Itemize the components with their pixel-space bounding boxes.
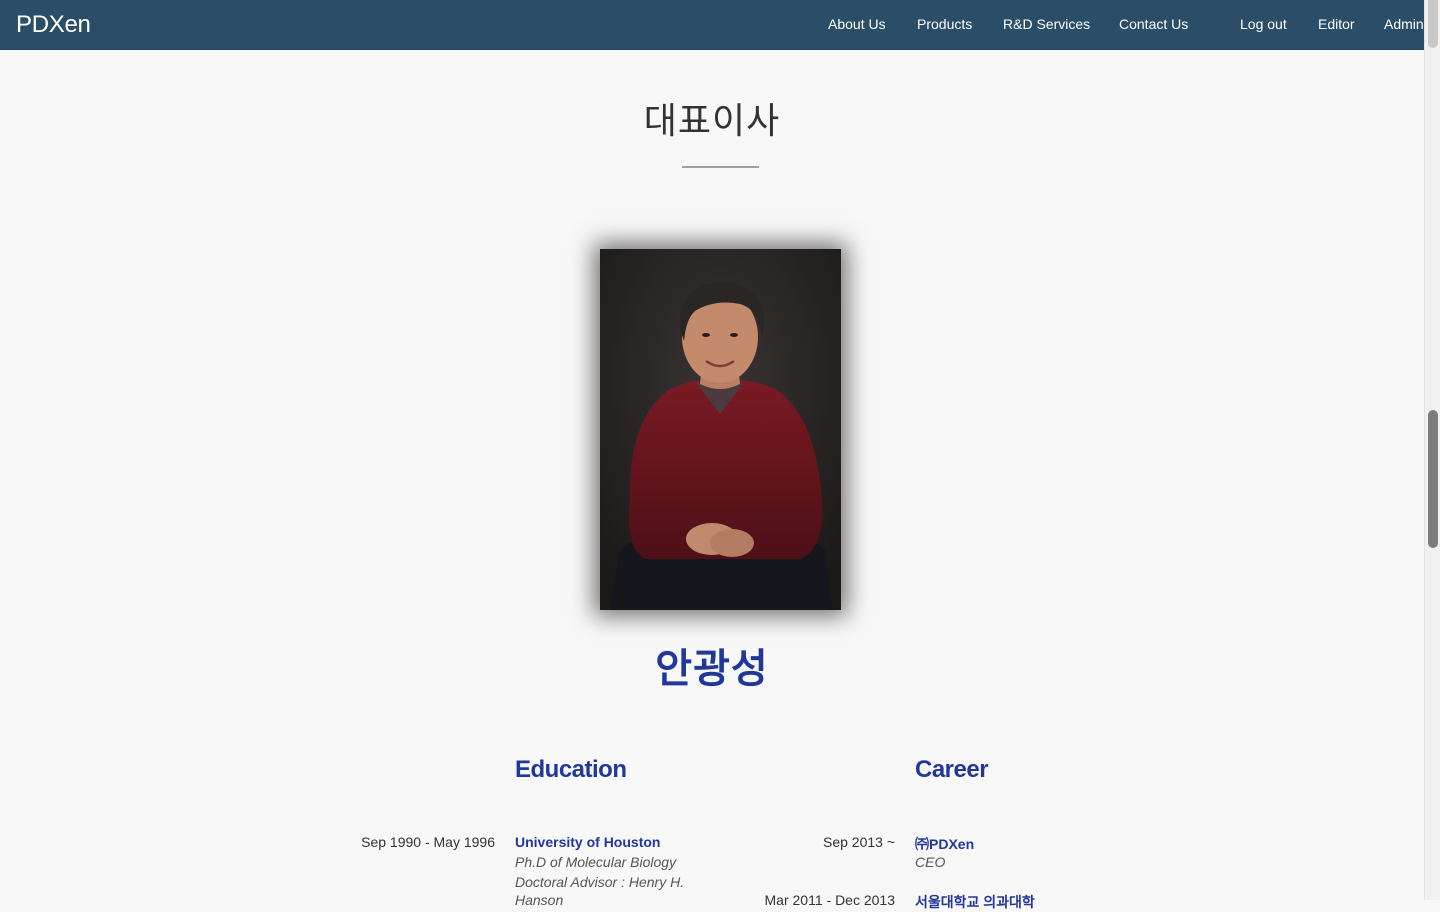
career-heading: Career xyxy=(915,756,989,783)
career-date: Sep 2013 ~ xyxy=(822,834,895,850)
scrollbar-top-segment xyxy=(1428,0,1438,48)
title-divider xyxy=(682,166,759,168)
top-navbar: PDXen About Us Products R&D Services Con… xyxy=(0,0,1424,50)
education-advisor-cont: Hanson xyxy=(515,892,564,908)
career-date: Mar 2011 - Dec 2013 xyxy=(764,892,895,908)
career-role: CEO xyxy=(915,854,946,870)
ceo-name: 안광성 xyxy=(655,647,769,691)
nav-log-out[interactable]: Log out xyxy=(1240,16,1287,32)
career-organization: 서울대학교 의과대학 xyxy=(915,894,1035,910)
education-institution: University of Houston xyxy=(515,834,661,850)
education-date: Sep 1990 - May 1996 xyxy=(361,834,495,850)
scrollbar-thumb[interactable] xyxy=(1428,410,1438,548)
education-advisor: Doctoral Advisor : Henry H. xyxy=(515,874,685,890)
nav-products[interactable]: Products xyxy=(917,16,972,32)
career-organization: ㈜PDXen xyxy=(915,836,975,852)
nav-editor[interactable]: Editor xyxy=(1318,16,1355,32)
education-heading: Education xyxy=(515,756,627,783)
page-title: 대표이사 xyxy=(643,100,781,141)
education-degree: Ph.D of Molecular Biology xyxy=(515,854,677,870)
page-scrollbar[interactable] xyxy=(1424,0,1440,900)
ceo-portrait-photo xyxy=(600,249,841,610)
nav-contact-us[interactable]: Contact Us xyxy=(1119,16,1188,32)
brand-logo[interactable]: PDXen xyxy=(16,11,91,39)
nav-about-us[interactable]: About Us xyxy=(828,16,886,32)
nav-admin[interactable]: Admin xyxy=(1384,16,1424,32)
nav-rd-services[interactable]: R&D Services xyxy=(1003,16,1090,32)
